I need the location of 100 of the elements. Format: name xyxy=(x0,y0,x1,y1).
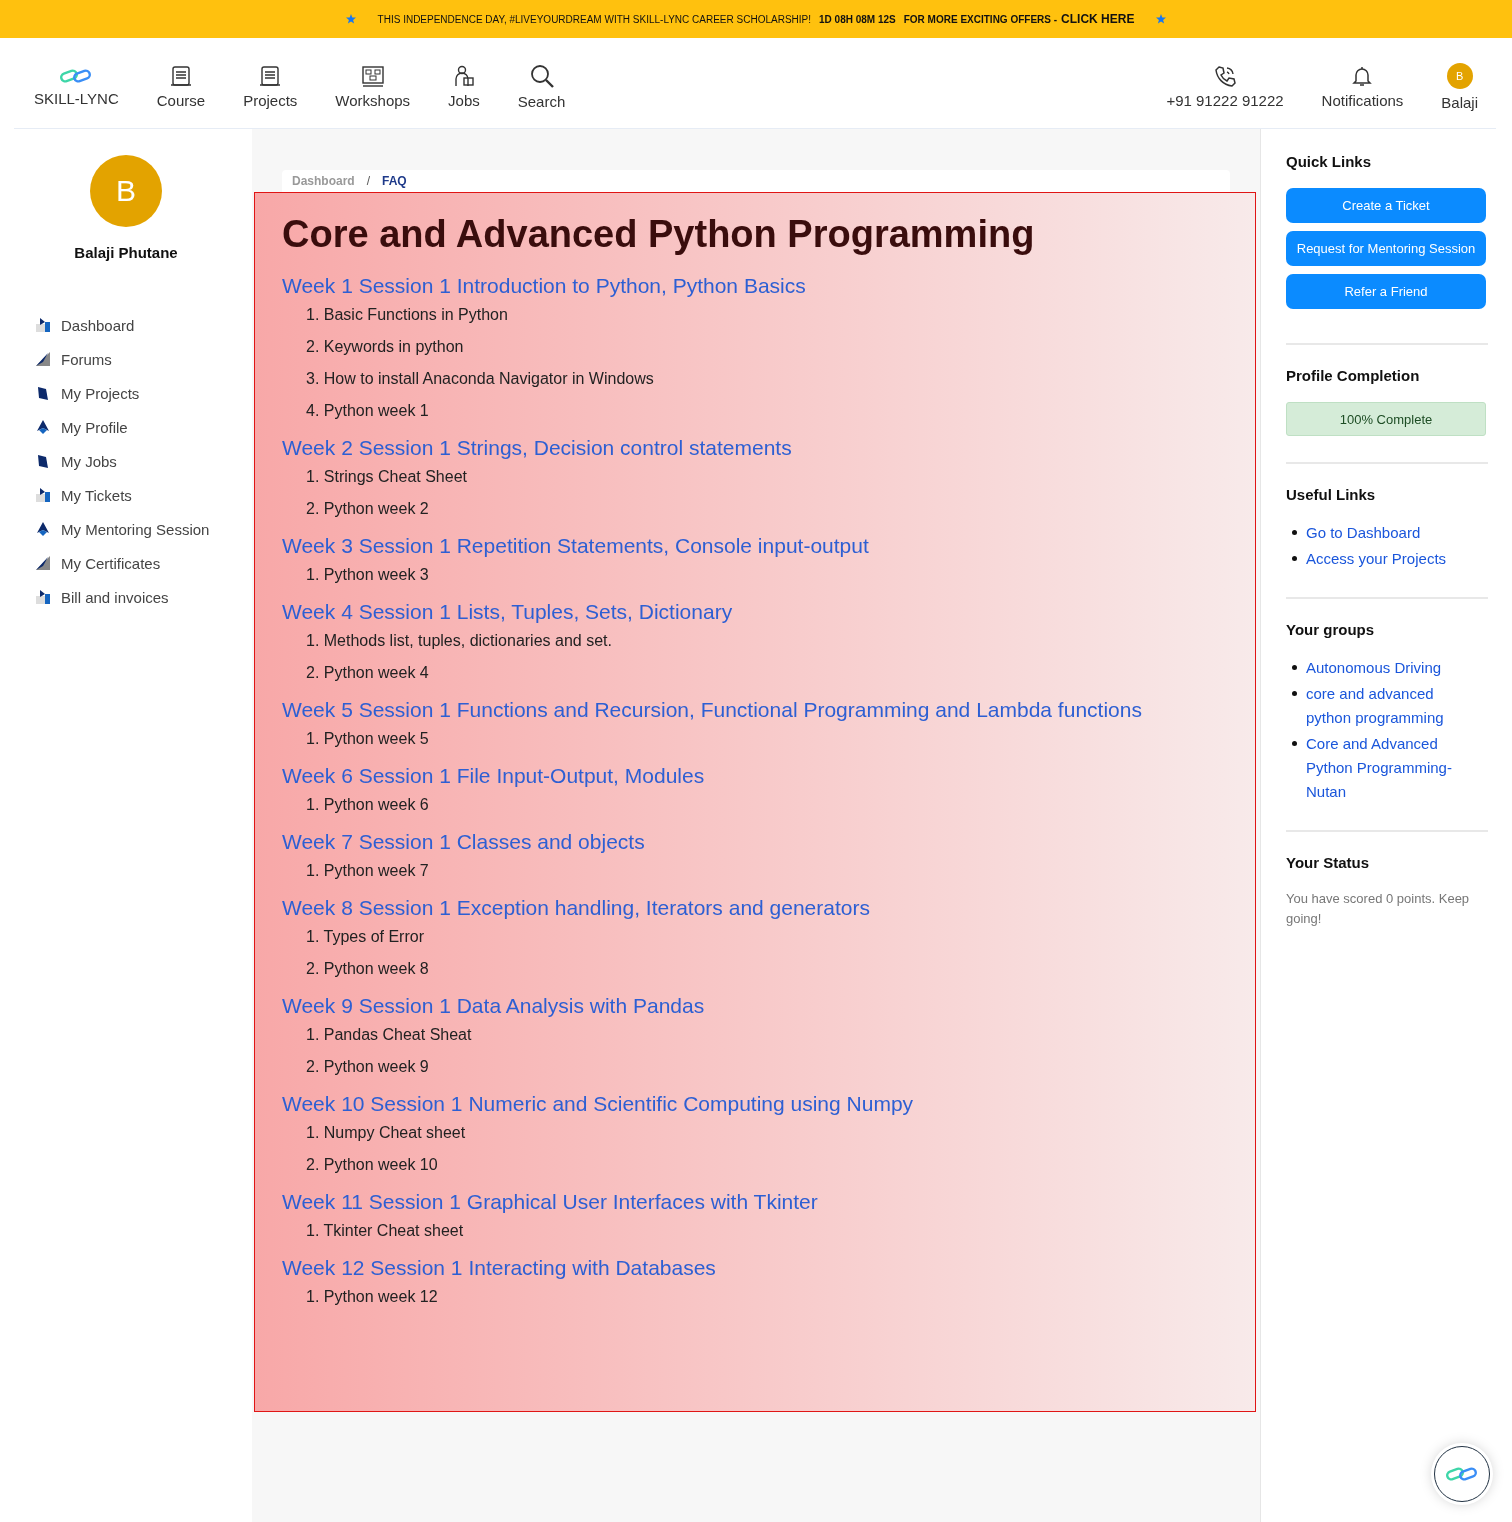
breadcrumb-link[interactable]: FAQ xyxy=(382,174,407,188)
book-stack-icon xyxy=(169,65,192,87)
nav-link[interactable]: Notifications xyxy=(1321,57,1404,109)
star-icon xyxy=(1156,14,1167,24)
sidebar-item[interactable]: My Profile xyxy=(36,417,252,437)
bullet-icon xyxy=(1292,530,1297,535)
bell-icon xyxy=(1351,65,1374,87)
sidebar-item[interactable]: My Jobs xyxy=(36,451,252,471)
lesson-item: 1. Pandas Cheat Sheat xyxy=(306,1025,472,1045)
shard-icon xyxy=(36,352,50,366)
lesson-item: 2. Python week 10 xyxy=(306,1155,438,1175)
lesson-item: 1. Tkinter Cheat sheet xyxy=(306,1221,464,1241)
lesson-item: 1. Methods list, tuples, dictionaries and set. xyxy=(306,631,612,651)
lesson-item: 4. Python week 1 xyxy=(306,401,429,421)
nav-label: Balaji xyxy=(1441,94,1478,111)
lesson-item: 1. Python week 3 xyxy=(306,565,429,585)
lesson-item: 1. Python week 7 xyxy=(306,861,429,881)
week-heading-link[interactable]: Week 10 Session 1 Numeric and Scientific Computing using Numpy xyxy=(282,1092,914,1116)
week-heading-link[interactable]: Week 2 Session 1 Strings, Decision control statements xyxy=(282,436,792,460)
week-heading-link[interactable]: Week 1 Session 1 Introduction to Python, Python Basics xyxy=(282,274,806,298)
flag-icon xyxy=(36,488,50,502)
sidebar-item[interactable]: Bill and invoices xyxy=(36,587,252,607)
bullet-icon xyxy=(1292,665,1297,670)
lesson-item: 1. Numpy Cheat sheet xyxy=(306,1123,466,1143)
bullet-icon xyxy=(1292,691,1297,696)
section-title: Quick Links xyxy=(1286,153,1373,170)
bullet-icon xyxy=(1292,741,1297,746)
person-briefcase-icon xyxy=(452,65,475,87)
sidebar-item[interactable]: My Certificates xyxy=(36,553,252,573)
nav-label: Jobs xyxy=(448,92,480,109)
sidebar-item[interactable]: My Projects xyxy=(36,383,252,403)
search-icon xyxy=(529,64,554,88)
week-heading-link[interactable]: Week 6 Session 1 File Input-Output, Modules xyxy=(282,764,705,788)
nav-link[interactable]: B Balaji xyxy=(1441,55,1478,111)
sidebar-item[interactable]: My Mentoring Session xyxy=(36,519,252,539)
phone-icon xyxy=(1214,65,1236,87)
sidebar-item[interactable]: Forums xyxy=(36,349,252,369)
book-stack-icon xyxy=(259,65,282,87)
section-title: Profile Completion xyxy=(1286,367,1421,384)
week-heading-link[interactable]: Week 4 Session 1 Lists, Tuples, Sets, Dictionary xyxy=(282,600,733,624)
link[interactable]: core and advanced python programming xyxy=(1306,682,1476,730)
section-title: Your groups xyxy=(1286,621,1376,638)
lesson-item: 1. Python week 6 xyxy=(306,795,429,815)
week-heading-link[interactable]: Week 9 Session 1 Data Analysis with Pandas xyxy=(282,994,705,1018)
section-title: Your Status xyxy=(1286,854,1371,871)
nav-label: Notifications xyxy=(1321,92,1404,109)
sidebar-item[interactable]: Dashboard xyxy=(36,315,252,335)
breadcrumb-separator: / xyxy=(366,174,371,188)
lesson-item: 2. Python week 2 xyxy=(306,499,429,519)
lesson-item: 2. Python week 9 xyxy=(306,1057,429,1077)
nav-link[interactable]: SKILL-LYNC xyxy=(34,59,119,107)
sidebar-item[interactable]: My Tickets xyxy=(36,485,252,505)
quick-link-button[interactable]: Refer a Friend xyxy=(1286,274,1486,309)
banner-link[interactable]: CLICK HERE xyxy=(1061,12,1135,26)
nav-link[interactable]: Workshops xyxy=(335,57,411,109)
week-heading-link[interactable]: Week 11 Session 1 Graphical User Interfaces with Tkinter xyxy=(282,1190,818,1214)
progress-bar: 100% Complete xyxy=(1286,402,1486,436)
star-icon xyxy=(345,14,356,24)
shard-icon xyxy=(36,556,50,570)
nav-label: Course xyxy=(156,92,206,109)
week-heading-link[interactable]: Week 8 Session 1 Exception handling, Iterators and generators xyxy=(282,896,870,920)
quick-link-button[interactable]: Create a Ticket xyxy=(1286,188,1486,223)
book-icon xyxy=(36,386,50,400)
nav-link[interactable]: Search xyxy=(517,56,566,110)
link[interactable]: Go to Dashboard xyxy=(1306,521,1476,545)
flag-icon xyxy=(36,590,50,604)
user-name: Balaji Phutane xyxy=(74,244,178,261)
nav-link[interactable]: Jobs xyxy=(448,57,480,109)
nav-link[interactable]: Projects xyxy=(243,57,298,109)
link[interactable]: Autonomous Driving xyxy=(1306,656,1476,680)
nav-label: +91 91222 91222 xyxy=(1166,92,1284,109)
flag-icon xyxy=(36,318,50,332)
lesson-item: 1. Types of Error xyxy=(306,927,424,947)
nav-label: SKILL-LYNC xyxy=(34,90,119,107)
lesson-item: 3. How to install Anaconda Navigator in Windows xyxy=(306,369,654,389)
book-icon xyxy=(36,454,50,468)
chain-link-icon xyxy=(60,67,93,85)
bullet-icon xyxy=(1292,556,1297,561)
week-heading-link[interactable]: Week 5 Session 1 Functions and Recursion, Functional Programming and Lambda functions xyxy=(282,698,1142,722)
lesson-item: 1. Python week 5 xyxy=(306,729,429,749)
week-heading-link[interactable]: Week 7 Session 1 Classes and objects xyxy=(282,830,645,854)
link[interactable]: Core and Advanced Python Programming-Nutan xyxy=(1306,732,1476,804)
quick-link-button[interactable]: Request for Mentoring Session xyxy=(1286,231,1486,266)
whiteboard-icon xyxy=(361,65,384,87)
link[interactable]: Access your Projects xyxy=(1306,547,1476,571)
lesson-item: 1. Basic Functions in Python xyxy=(306,305,508,325)
section-title: Useful Links xyxy=(1286,486,1377,503)
banner-text: FOR MORE EXCITING OFFERS - xyxy=(903,13,1058,25)
avatar-icon: B xyxy=(1446,63,1473,89)
nav-label: Workshops xyxy=(335,92,411,109)
lesson-item: 2. Keywords in python xyxy=(306,337,464,357)
arrow-icon xyxy=(36,522,50,536)
countdown-timer: 1D 08H 08M 12S xyxy=(819,13,896,25)
week-heading-link[interactable]: Week 3 Session 1 Repetition Statements, Console input-output xyxy=(282,534,869,558)
nav-link[interactable]: +91 91222 91222 xyxy=(1166,57,1284,109)
lesson-item: 1. Strings Cheat Sheet xyxy=(306,467,467,487)
lesson-item: 2. Python week 8 xyxy=(306,959,429,979)
nav-link[interactable]: Course xyxy=(156,57,206,109)
chat-button[interactable] xyxy=(1434,1446,1490,1502)
week-heading-link[interactable]: Week 12 Session 1 Interacting with Databases xyxy=(282,1256,716,1280)
